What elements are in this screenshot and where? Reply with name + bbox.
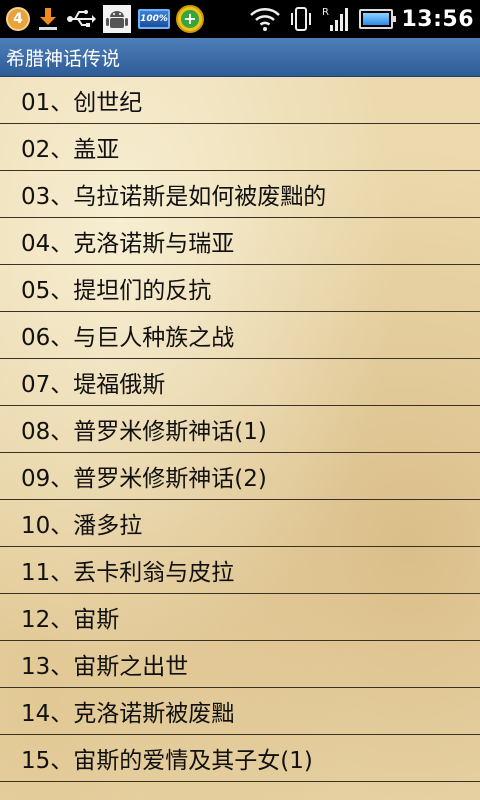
list-item-label: 02、盖亚 bbox=[21, 137, 120, 163]
list-item-label: 04、克洛诺斯与瑞亚 bbox=[21, 231, 235, 257]
list-item[interactable]: 09、普罗米修斯神话(2) bbox=[0, 453, 480, 500]
list-item-label: 05、提坦们的反抗 bbox=[21, 278, 212, 304]
download-icon bbox=[36, 6, 60, 32]
list-item[interactable]: 11、丢卡利翁与皮拉 bbox=[0, 547, 480, 594]
list-item[interactable]: 08、普罗米修斯神话(1) bbox=[0, 406, 480, 453]
list-item[interactable]: 06、与巨人种族之战 bbox=[0, 312, 480, 359]
list-item-label: 09、普罗米修斯神话(2) bbox=[21, 466, 267, 492]
list-item-label: 11、丢卡利翁与皮拉 bbox=[21, 560, 235, 586]
list-item[interactable]: 12、宙斯 bbox=[0, 594, 480, 641]
list-item[interactable]: 04、克洛诺斯与瑞亚 bbox=[0, 218, 480, 265]
status-bar: 4 100% + R 13:56 bbox=[0, 0, 480, 38]
list-item[interactable]: 15、宙斯的爱情及其子女(1) bbox=[0, 735, 480, 782]
usb-icon bbox=[66, 8, 96, 30]
list-item[interactable]: 05、提坦们的反抗 bbox=[0, 265, 480, 312]
list-item[interactable]: 14、克洛诺斯被废黜 bbox=[0, 688, 480, 735]
list-item[interactable]: 02、盖亚 bbox=[0, 124, 480, 171]
list-item-label: 12、宙斯 bbox=[21, 607, 120, 633]
list-item-label: 14、克洛诺斯被废黜 bbox=[21, 701, 235, 727]
list-item-label: 07、堤福俄斯 bbox=[21, 372, 166, 398]
plus-app-icon: + bbox=[176, 5, 204, 33]
list-item[interactable]: 01、创世纪 bbox=[0, 77, 480, 124]
app-title-bar: 希腊神话传说 bbox=[0, 38, 480, 77]
status-bar-notifications: 4 100% + bbox=[6, 4, 249, 34]
list-item[interactable]: 07、堤福俄斯 bbox=[0, 359, 480, 406]
vibrate-icon bbox=[289, 5, 313, 33]
list-item-label: 15、宙斯的爱情及其子女(1) bbox=[21, 748, 313, 774]
battery-icon bbox=[359, 9, 397, 29]
list-item-label: 06、与巨人种族之战 bbox=[21, 325, 235, 351]
signal-type-label: R bbox=[322, 7, 329, 18]
list-item[interactable]: 13、宙斯之出世 bbox=[0, 641, 480, 688]
battery-percent-icon: 100% bbox=[138, 9, 170, 29]
status-clock: 13:56 bbox=[401, 6, 474, 32]
app-title: 希腊神话传说 bbox=[6, 47, 121, 70]
list-item[interactable]: 10、潘多拉 bbox=[0, 500, 480, 547]
list-item-label: 13、宙斯之出世 bbox=[21, 654, 189, 680]
list-item-label: 10、潘多拉 bbox=[21, 513, 143, 539]
status-bar-system: R 13:56 bbox=[249, 5, 474, 33]
list-item-label: 01、创世纪 bbox=[21, 90, 143, 116]
android-debug-icon bbox=[102, 4, 132, 34]
list-item[interactable]: 03、乌拉诺斯是如何被废黜的 bbox=[0, 171, 480, 218]
signal-icon: R bbox=[321, 5, 351, 33]
list-item-label: 03、乌拉诺斯是如何被废黜的 bbox=[21, 184, 327, 210]
list-item-label: 08、普罗米修斯神话(1) bbox=[21, 419, 267, 445]
wifi-icon bbox=[249, 6, 281, 32]
chapter-list[interactable]: 01、创世纪 02、盖亚 03、乌拉诺斯是如何被废黜的 04、克洛诺斯与瑞亚 0… bbox=[0, 77, 480, 800]
notification-badge-icon: 4 bbox=[6, 7, 30, 31]
